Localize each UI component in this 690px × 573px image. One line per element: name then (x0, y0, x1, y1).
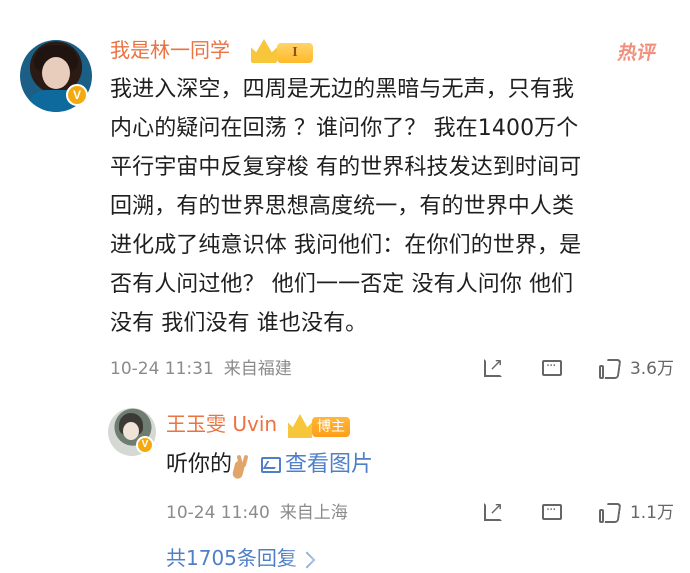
reply-content-row: 听你的 查看图片 (166, 447, 373, 483)
weibo-comment-thread: V 我是林一同学 I 热评 我进入深空，四周是无边的黑暗与无声，只有我 内心的疑… (0, 0, 690, 573)
like-icon[interactable] (598, 357, 622, 381)
reply-location: 来自上海 (279, 503, 348, 523)
hot-comment-label: 热评 (616, 42, 658, 64)
main-comment-text: 我进入深空，四周是无边的黑暗与无声，只有我 内心的疑问在回荡 ？谁问你了？ 我在… (110, 77, 582, 336)
like-icon[interactable] (598, 501, 622, 525)
reply-like-count: 1.1万 (629, 503, 674, 523)
reply-text: 听你的 (166, 452, 233, 477)
main-comment-location: 来自福建 (223, 359, 292, 379)
main-comment-username[interactable]: 我是林一同学 (110, 36, 230, 64)
comment-icon[interactable] (540, 357, 564, 381)
main-comment-meta-row: 10-24 11:31 来自福建 3.6万 (110, 355, 674, 381)
reply-username[interactable]: 王玉雯 Uvin (166, 410, 277, 438)
main-comment-actions: 3.6万 (482, 355, 674, 381)
reply-timestamp: 10-24 11:40 (166, 503, 270, 523)
reply-meta-row: 10-24 11:40 来自上海 1.1万 (166, 499, 674, 525)
reply-actions: 1.1万 (482, 499, 674, 525)
verified-badge-icon: V (66, 84, 88, 106)
main-comment-timestamp: 10-24 11:31 (110, 359, 214, 379)
reply-like-action[interactable]: 1.1万 (598, 501, 674, 525)
avatar-face-shape (42, 57, 70, 89)
view-image-link-text: 查看图片 (285, 452, 374, 477)
total-replies-text: 共1705条回复 (166, 546, 297, 570)
avatar-face-shape (123, 422, 139, 440)
blogger-badge: 博主 (288, 414, 352, 438)
main-like-action[interactable]: 3.6万 (598, 357, 674, 381)
share-icon[interactable] (482, 499, 506, 525)
crown-icon (288, 414, 312, 438)
peace-hand-icon (235, 455, 251, 475)
member-level-badge: I (251, 39, 317, 63)
comment-icon[interactable] (540, 501, 564, 525)
verified-badge-icon: V (136, 436, 154, 454)
crown-icon (251, 39, 277, 63)
share-icon[interactable] (482, 355, 506, 381)
member-level-text: I (277, 43, 313, 63)
bottom-fade-overlay (286, 540, 406, 573)
main-like-count: 3.6万 (629, 359, 674, 379)
image-icon (261, 457, 282, 473)
view-image-link[interactable]: 查看图片 (261, 447, 373, 483)
blogger-badge-label: 博主 (312, 417, 350, 437)
